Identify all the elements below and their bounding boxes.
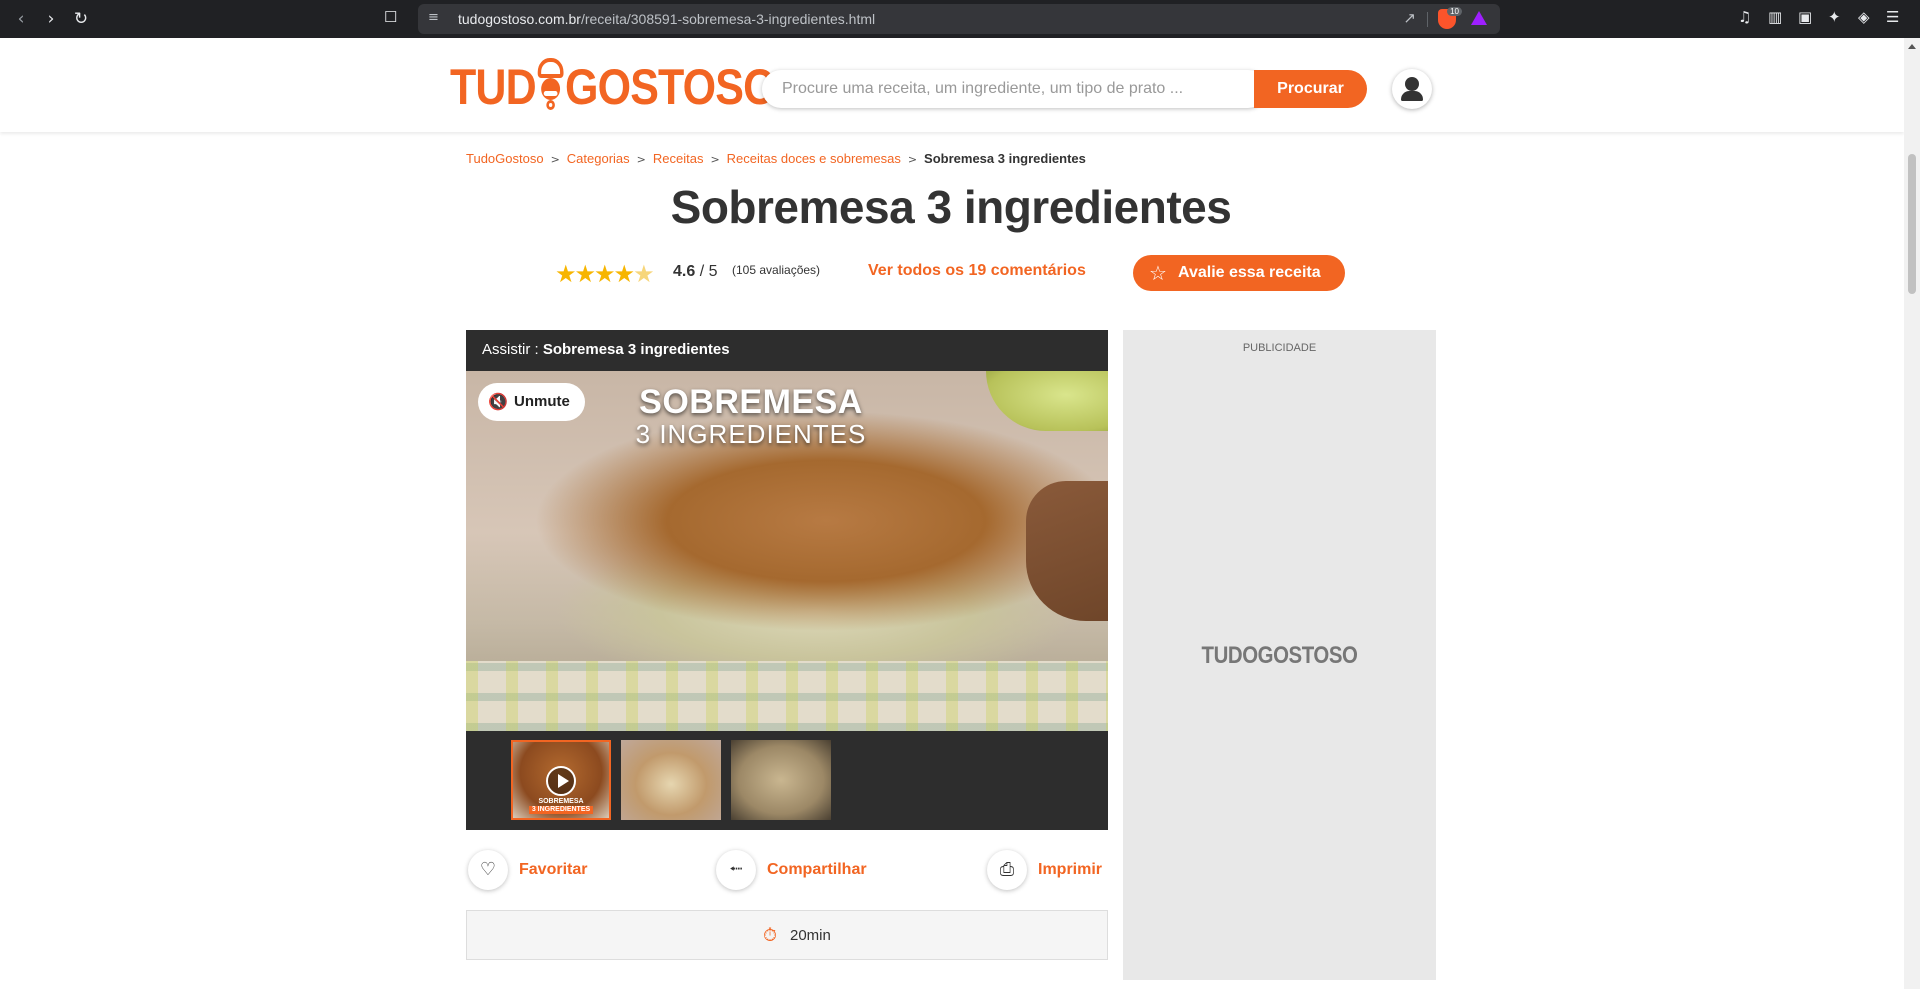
overlay-line2: 3 INGREDIENTES (635, 419, 867, 449)
divider (1427, 12, 1428, 27)
logo-text-right: GOSTOSO (565, 59, 776, 115)
url-text[interactable]: tudogostoso.com.br/receita/308591-sobrem… (458, 11, 875, 27)
half-star-icon: ★ (633, 260, 654, 288)
menu-icon[interactable]: ☰ (1886, 8, 1899, 26)
favorite-label[interactable]: Favoritar (519, 861, 587, 879)
address-bar[interactable]: ☐ ≡ tudogostoso.com.br/receita/308591-so… (384, 4, 1500, 34)
prep-time-value: 20min (790, 927, 831, 944)
speaker-muted-icon: 🔇 (488, 392, 508, 411)
user-icon (1405, 77, 1419, 91)
leo-icon[interactable]: ✦ (1828, 8, 1841, 26)
overlay-line1: SOBREMESA (639, 383, 863, 421)
star-icon: ★ (574, 260, 596, 288)
share-icon[interactable]: ⭪ (716, 850, 756, 890)
thumb-caption-line2: 3 INGREDIENTES (528, 806, 594, 814)
thumb-caption: SOBREMESA 3 INGREDIENTES (513, 798, 609, 814)
sidebar-icon[interactable]: ▥ (1768, 8, 1782, 26)
prep-time-box: ⏱ 20min (466, 910, 1108, 960)
rate-recipe-button[interactable]: ☆ Avalie essa receita (1133, 255, 1345, 291)
ad-slot[interactable]: PUBLICIDADE TUDOGOSTOSO (1123, 330, 1436, 980)
url-path: /receita/308591-sobremesa-3-ingredientes… (580, 11, 876, 27)
search-box (762, 70, 1267, 108)
brave-rewards-icon[interactable] (1471, 11, 1487, 25)
rating-count: (105 avaliações) (732, 263, 821, 277)
checkered-towel (466, 661, 1108, 731)
rating-row: ★★★★★ 4.6 / 5 (105 avaliações) Ver todos… (555, 255, 1355, 291)
back-icon[interactable]: ‹ (8, 6, 34, 32)
breadcrumb-separator: > (907, 153, 918, 166)
scrollbar-thumb[interactable] (1908, 154, 1916, 294)
breadcrumb-home[interactable]: TudoGostoso (466, 151, 544, 166)
bookmark-icon[interactable]: ☐ (384, 8, 397, 26)
video-header: Assistir : Sobremesa 3 ingredientes (482, 341, 730, 358)
comments-link[interactable]: Ver todos os 19 comentários (868, 262, 1086, 280)
star-outline-icon: ☆ (1149, 261, 1167, 285)
breadcrumb-separator: > (710, 153, 720, 166)
unmute-button[interactable]: 🔇 Unmute (478, 383, 585, 421)
video-player: Assistir : Sobremesa 3 ingredientes SOBR… (466, 330, 1108, 830)
chef-logo-icon (536, 58, 565, 110)
ad-label: PUBLICIDADE (1242, 342, 1317, 354)
play-icon (546, 766, 576, 796)
breadcrumb-separator: > (636, 153, 646, 166)
page-title: Sobremesa 3 ingredientes (670, 181, 1232, 233)
forward-icon[interactable]: › (38, 6, 64, 32)
heart-icon[interactable]: ♡ (468, 850, 508, 890)
reload-icon[interactable]: ↻ (68, 6, 94, 32)
logo-text-left: TUD (450, 59, 537, 115)
watch-title: Sobremesa 3 ingredientes (542, 341, 730, 358)
star-icon: ★ (594, 260, 615, 288)
rating-value: 4.6 / 5 (673, 263, 718, 281)
site-settings-icon[interactable]: ≡ (428, 10, 439, 25)
breadcrumb-current: Sobremesa 3 ingredientes (924, 151, 1086, 166)
search-input[interactable] (782, 70, 1252, 108)
print-label[interactable]: Imprimir (1038, 861, 1102, 879)
printer-icon[interactable]: ⎙ (987, 850, 1027, 890)
browser-toolbar: ‹ › ↻ ☐ ≡ tudogostoso.com.br/receita/308… (0, 0, 1920, 38)
vpn-icon[interactable]: ◈ (1858, 8, 1870, 26)
ad-placeholder-logo: TUDOGOSTOSO (1201, 642, 1358, 669)
site-header: TUD GOSTOSO Procurar (0, 38, 1904, 132)
star-icon: ★ (613, 260, 635, 288)
rating-stars: ★★★★★ (555, 260, 655, 288)
rate-recipe-label: Avalie essa receita (1178, 264, 1321, 281)
breadcrumb-doces[interactable]: Receitas doces e sobremesas (727, 151, 901, 166)
user-account-button[interactable] (1392, 69, 1432, 109)
site-logo[interactable]: TUD GOSTOSO (450, 58, 777, 118)
hand (1026, 481, 1108, 621)
url-host: tudogostoso.com.br (458, 11, 581, 27)
playlist-thumb[interactable]: SOBREMESA 3 INGREDIENTES (511, 740, 611, 820)
search-button[interactable]: Procurar (1254, 70, 1367, 108)
playlist-thumb[interactable] (731, 740, 831, 820)
page-scrollbar[interactable] (1904, 38, 1920, 989)
breadcrumb-receitas[interactable]: Receitas (653, 151, 704, 166)
watch-prefix: Assistir : (482, 341, 539, 358)
share-icon[interactable]: ↗ (1403, 9, 1416, 27)
thumb-caption-line1: SOBREMESA (538, 798, 584, 805)
star-icon: ★ (555, 260, 576, 288)
video-frame[interactable]: SOBREMESA 3 INGREDIENTES 🔇 Unmute (466, 371, 1108, 731)
shields-count-badge: 10 (1447, 7, 1462, 16)
unmute-label: Unmute (514, 393, 570, 410)
rating-score: 4.6 (673, 263, 696, 280)
rating-max: / 5 (699, 263, 718, 280)
breadcrumb-separator: > (550, 153, 560, 166)
music-icon[interactable]: ♫ (1738, 8, 1751, 26)
recipe-actions: ♡ Favoritar ⭪ Compartilhar ⎙ Imprimir (466, 848, 1108, 892)
share-label[interactable]: Compartilhar (767, 861, 867, 879)
scroll-up-arrow[interactable] (1908, 44, 1916, 49)
breadcrumb-categorias[interactable]: Categorias (567, 151, 630, 166)
breadcrumb: TudoGostoso > Categorias > Receitas > Receitas… (466, 151, 1086, 166)
playlist-thumb[interactable] (621, 740, 721, 820)
user-icon-body (1401, 91, 1423, 101)
stopwatch-icon: ⏱ (763, 925, 778, 946)
wallet-icon[interactable]: ▣ (1798, 8, 1812, 26)
